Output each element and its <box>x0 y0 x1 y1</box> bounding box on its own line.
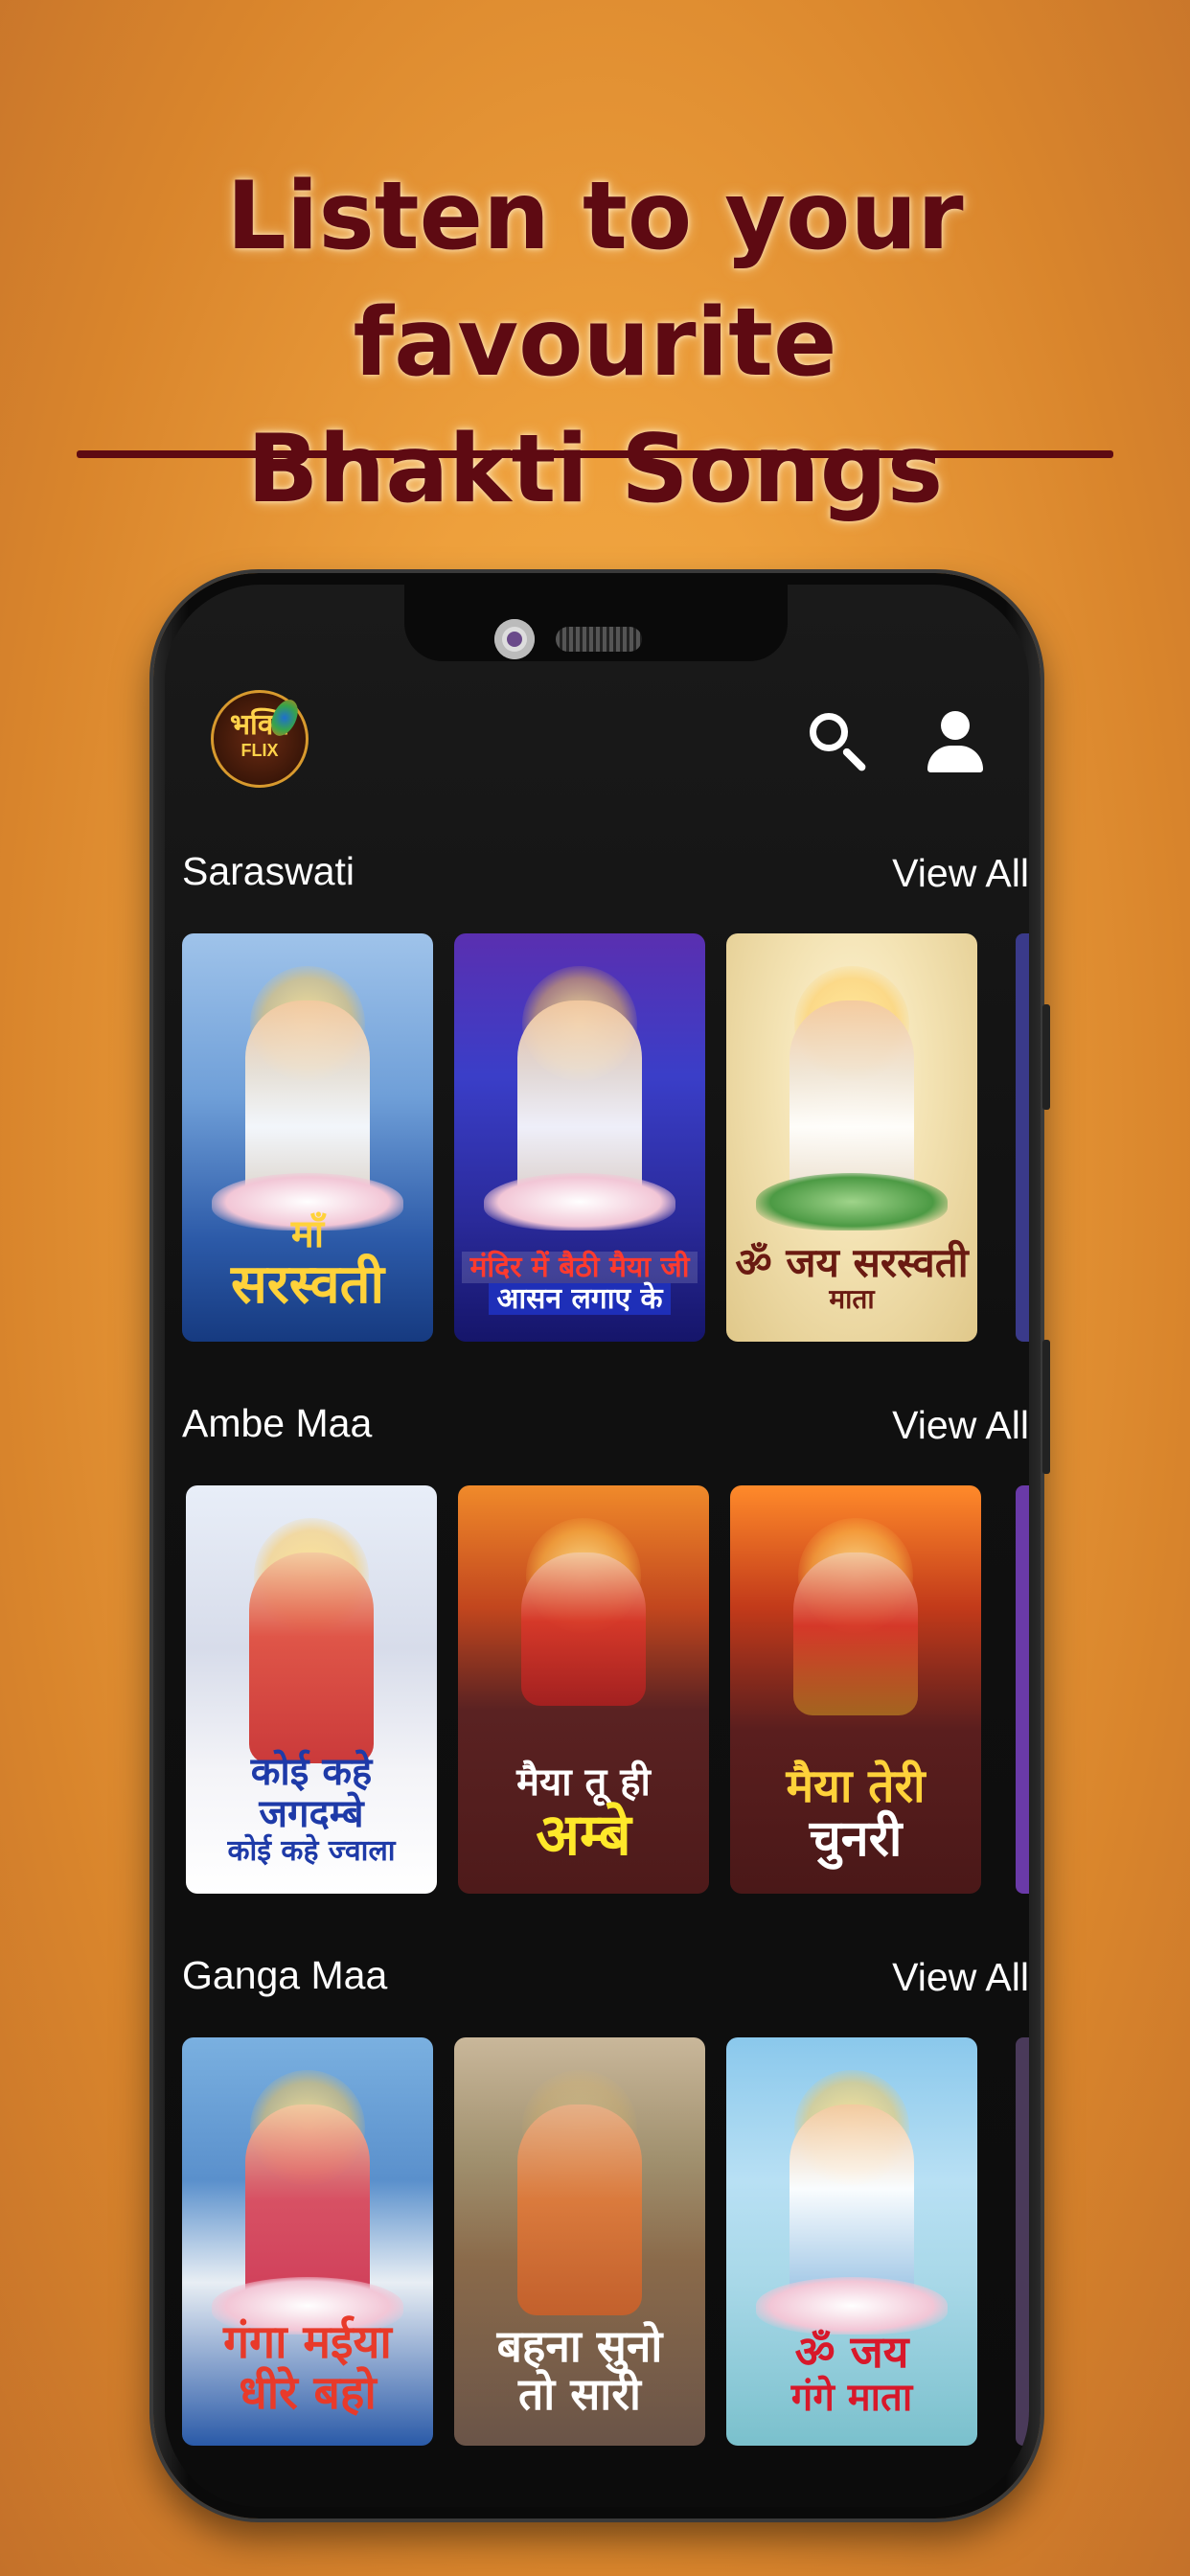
card-caption-2: सरस्वती <box>230 1254 385 1317</box>
card-caption-2: गंगे माता <box>790 2376 913 2420</box>
view-all-saraswati[interactable]: View All <box>892 851 1029 896</box>
card-caption-1: मंदिर में बैठी मैया जी <box>462 1252 698 1283</box>
deity-figure <box>517 2104 642 2315</box>
card-caption-1: गंगा मईया <box>223 2315 392 2370</box>
row-saraswati: माँ सरस्वती मंदिर में बैठी मैया जी आसन ल… <box>182 933 1029 1342</box>
card-caption-2: धीरे बहो <box>239 2366 377 2421</box>
card-caption-1: बहना सुनो <box>496 2319 663 2372</box>
deity-figure <box>793 1552 918 1715</box>
card-caption-2: चुनरी <box>809 1809 903 1868</box>
view-all-ambe-maa[interactable]: View All <box>892 1403 1029 1448</box>
headline-line-1: Listen to your favourite <box>226 162 964 398</box>
search-lens <box>810 713 848 751</box>
view-all-ganga-maa[interactable]: View All <box>892 1955 1029 2000</box>
song-card[interactable]: बहना सुनो तो सारी <box>454 2037 705 2446</box>
section-title-ganga-maa: Ganga Maa <box>182 1953 388 1997</box>
logo-text-bottom: FLIX <box>240 741 279 760</box>
section-title-saraswati: Saraswati <box>182 849 355 893</box>
app-logo[interactable]: भक्ति FLIX <box>211 690 309 788</box>
profile-icon[interactable] <box>920 707 989 776</box>
deity-figure <box>521 1552 646 1706</box>
song-card[interactable]: माँ सरस्वती <box>182 933 433 1342</box>
row-ambe-maa: कोई कहे जगदम्बे कोई कहे ज्वाला मैया तू ह… <box>182 1485 1029 1894</box>
card-caption-1: कोई कहे जगदम्बे <box>250 1750 373 1836</box>
lotus-shape <box>756 1173 948 1230</box>
song-card[interactable]: कोई कहे जगदम्बे कोई कहे ज्वाला <box>186 1485 437 1894</box>
next-card-peek <box>1016 2037 1029 2446</box>
song-card[interactable]: गंगा मईया धीरे बहो <box>182 2037 433 2446</box>
card-caption-1: मैया तेरी <box>786 1760 926 1814</box>
card-caption-1: माँ <box>290 1212 325 1257</box>
headline: Listen to your favourite Bhakti Songs <box>0 153 1190 533</box>
card-caption-1: ॐ जय सरस्वती <box>735 1239 969 1287</box>
card-caption-2: अम्बे <box>536 1802 631 1869</box>
side-button <box>1042 1004 1050 1110</box>
earpiece-speaker <box>556 627 642 652</box>
headline-line-2: Bhakti Songs <box>246 415 944 524</box>
song-card[interactable]: ॐ जय सरस्वती माता <box>726 933 977 1342</box>
search-handle <box>841 747 868 773</box>
profile-head <box>941 711 970 740</box>
card-caption-2: माता <box>829 1283 875 1316</box>
song-card[interactable]: ॐ जय गंगे माता <box>726 2037 977 2446</box>
lotus-shape <box>484 1173 675 1230</box>
front-camera-icon <box>494 619 535 659</box>
section-title-ambe-maa: Ambe Maa <box>182 1401 373 1445</box>
card-caption-1: मैया तू ही <box>516 1760 651 1805</box>
song-card[interactable]: मैया तू ही अम्बे <box>458 1485 709 1894</box>
profile-body <box>927 746 983 772</box>
card-caption-2: कोई कहे ज्वाला <box>227 1834 396 1868</box>
row-ganga-maa: गंगा मईया धीरे बहो बहना सुनो तो सारी ॐ ज… <box>182 2037 1029 2446</box>
side-button <box>1042 1340 1050 1474</box>
song-card[interactable]: मैया तेरी चुनरी <box>730 1485 981 1894</box>
song-card[interactable]: मंदिर में बैठी मैया जी आसन लगाए के <box>454 933 705 1342</box>
next-card-peek <box>1016 1485 1029 1894</box>
card-caption-2: तो सारी <box>518 2368 641 2421</box>
deity-figure <box>249 1552 374 1763</box>
card-caption-2: आसन लगाए के <box>489 1283 671 1315</box>
next-card-peek <box>1016 933 1029 1342</box>
search-icon[interactable] <box>802 707 871 776</box>
app-screen: भक्ति FLIX Saraswati View All माँ सरस्वत… <box>165 585 1029 2507</box>
phone-frame: भक्ति FLIX Saraswati View All माँ सरस्वत… <box>153 573 1050 2518</box>
card-caption-1: ॐ जय <box>794 2326 909 2379</box>
headline-divider <box>77 450 1113 458</box>
